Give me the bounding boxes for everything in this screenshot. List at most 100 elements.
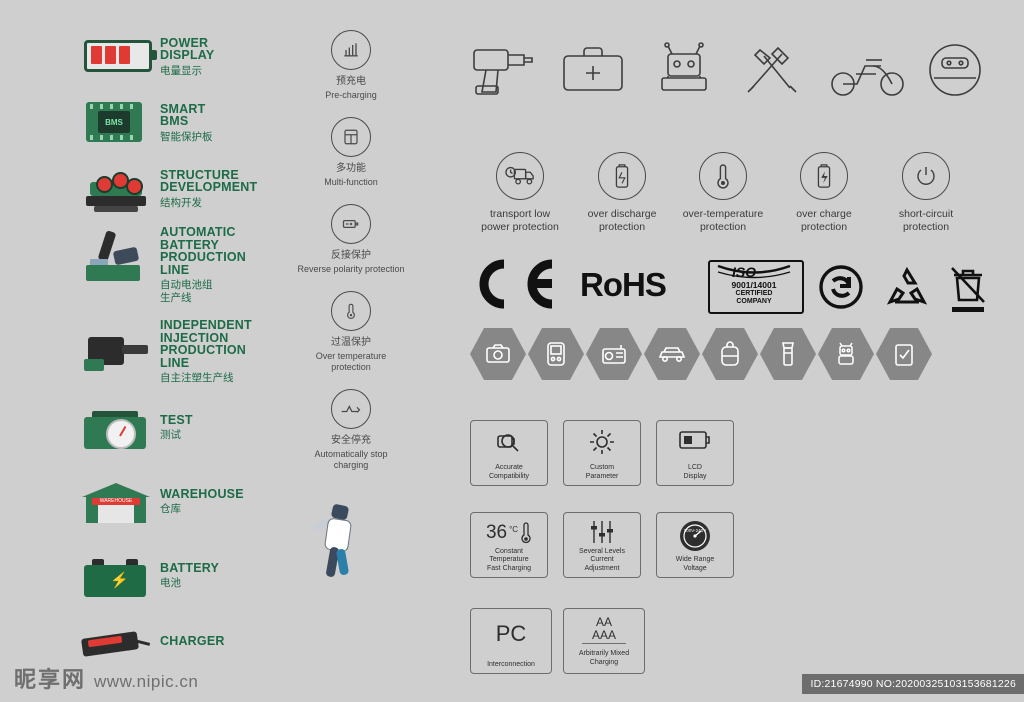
feature-label: Wide Range Voltage xyxy=(675,556,715,572)
process-item-subtitle: 自主注塑生产线 xyxy=(160,372,234,384)
process-column: POWER DISPLAY 电量显示 BMS SMART BMS 智能保护板 S… xyxy=(80,28,280,669)
backpack-icon xyxy=(702,328,758,380)
lcd-display-icon xyxy=(678,427,712,458)
protection-label: over discharge protection xyxy=(587,208,657,233)
process-item-automatic-battery-line: AUTOMATIC BATTERY PRODUCTION LINE 自动电池组 … xyxy=(80,226,280,305)
process-item-title: SMART BMS xyxy=(160,101,206,128)
voltage-dial-icon: 100V-240V xyxy=(678,519,712,558)
first-aid-kit-icon xyxy=(558,40,630,100)
feature-over-temperature: 过温保护 Over temperature protection xyxy=(296,291,406,373)
recycle-triangle-icon xyxy=(882,266,932,315)
feature-accurate-compatibility: Accurate Compatibility xyxy=(470,420,548,486)
feature-reverse-polarity: 反接保护 Reverse polarity protection xyxy=(296,204,406,275)
process-item-title: POWER DISPLAY xyxy=(160,35,215,62)
protection-label: over charge protection xyxy=(796,208,852,233)
process-item-subtitle: 电池 xyxy=(160,577,181,590)
feature-lcd-display: LCD Display xyxy=(656,420,734,486)
feature-cn-label: 安全停充 xyxy=(331,435,371,446)
process-item-title: STRUCTURE DEVELOPMENT xyxy=(160,167,258,194)
temp-unit: °C xyxy=(509,525,519,534)
feature-en-label: Automatically stop charging xyxy=(314,449,388,470)
flashlight-icon xyxy=(760,328,816,380)
feature-en-label: Multi-function xyxy=(324,177,378,187)
short-circuit-icon xyxy=(902,152,950,200)
toy-robot-hex-icon xyxy=(818,328,874,380)
process-item-subtitle: 自动电池组 生产线 xyxy=(160,279,213,304)
process-item-structure-development: STRUCTURE DEVELOPMENT 结构开发 xyxy=(80,160,280,218)
feature-wide-range-voltage: 100V-240V Wide Range Voltage xyxy=(656,512,734,578)
process-item-subtitle: 测试 xyxy=(160,429,181,442)
warehouse-icon: WAREHOUSE xyxy=(80,473,152,531)
feature-cn-label: 预充电 xyxy=(336,76,366,87)
feature-label: Several Levels Current Adjustment xyxy=(579,547,625,572)
iso-label: ISO xyxy=(732,264,757,280)
warehouse-sign: WAREHOUSE xyxy=(92,498,140,505)
feature-multi-function: 多功能 Multi-function xyxy=(296,117,406,188)
application-icons-row xyxy=(468,40,988,112)
over-charge-icon xyxy=(800,152,848,200)
watermark: 昵享网 www.nipic.cn xyxy=(14,662,198,694)
over-discharge-icon xyxy=(598,152,646,200)
protection-short-circuit: short-circuit protection xyxy=(874,152,978,234)
pre-charging-icon xyxy=(331,30,371,70)
feature-en-label: Reverse polarity protection xyxy=(297,264,405,274)
device-hex-row xyxy=(470,328,990,380)
feature-label: Constant Temperature Fast Charging xyxy=(487,547,531,572)
feature-cn-label: 过温保护 xyxy=(331,337,371,348)
process-item-subtitle: 结构开发 xyxy=(160,196,202,209)
protection-label: transport low power protection xyxy=(481,208,559,233)
feature-current-adjustment: Several Levels Current Adjustment xyxy=(563,512,641,578)
process-item-test: TEST 测试 xyxy=(80,399,280,457)
feature-custom-parameter: Custom Parameter xyxy=(563,420,641,486)
feature-auto-stop-charging: 安全停充 Automatically stop charging xyxy=(296,389,406,471)
protection-label: over-temperature protection xyxy=(682,208,764,233)
protection-over-charge: over charge protection xyxy=(772,152,876,234)
feature-label: Interconnection xyxy=(487,661,535,668)
process-item-title: WAREHOUSE xyxy=(160,486,244,501)
protection-label: short-circuit protection xyxy=(898,208,954,233)
gear-icon xyxy=(587,427,617,462)
protection-over-discharge: over discharge protection xyxy=(570,152,674,234)
process-item-charger: CHARGER xyxy=(80,621,280,661)
certification-row: RoHS ISO 9001/14001 CERTIFIED COMPANY xyxy=(470,258,990,316)
feature-cn-label: 多功能 xyxy=(336,163,366,174)
process-item-title: INDEPENDENT INJECTION PRODUCTION LINE xyxy=(160,318,252,370)
structure-dev-icon xyxy=(80,160,152,218)
auto-stop-charging-icon xyxy=(331,389,371,429)
feature-pre-charging: 预充电 Pre-charging xyxy=(296,30,406,101)
poster-canvas: POWER DISPLAY 电量显示 BMS SMART BMS 智能保护板 S… xyxy=(0,0,1024,702)
temp-value: 36 xyxy=(485,522,508,543)
test-gauge-icon xyxy=(80,399,152,457)
battery-pack-icon: ⚡ xyxy=(80,547,152,605)
iso-certification-mark: ISO 9001/14001 CERTIFIED COMPANY xyxy=(708,260,804,314)
multi-function-icon xyxy=(331,117,371,157)
image-id-bar: ID:21674990 NO:20200325103153681226 xyxy=(802,674,1024,694)
robot-illustration xyxy=(310,503,370,585)
garden-tools-icon xyxy=(738,40,810,100)
feature-pc-interconnection: PC Interconnection xyxy=(470,608,552,674)
aa-label: AA AAA xyxy=(591,615,616,642)
process-item-subtitle: 智能保护板 xyxy=(160,130,213,143)
feature-label: LCD Display xyxy=(683,464,707,480)
process-item-smart-bms: BMS SMART BMS 智能保护板 xyxy=(80,94,280,152)
protection-over-temperature: over-temperature protection xyxy=(671,152,775,234)
weee-bin-icon xyxy=(946,264,990,319)
feature-cn-label: 反接保护 xyxy=(331,250,371,261)
pc-label: PC xyxy=(495,621,527,646)
rohs-mark: RoHS xyxy=(580,266,667,303)
svg-text:100V-240V: 100V-240V xyxy=(684,528,708,533)
battery-level-icon xyxy=(80,28,157,86)
process-item-title: TEST xyxy=(160,412,193,427)
reverse-polarity-icon xyxy=(331,204,371,244)
injection-machine-icon xyxy=(80,323,152,381)
process-item-title: BATTERY xyxy=(160,560,220,575)
process-item-injection-line: INDEPENDENT INJECTION PRODUCTION LINE 自主… xyxy=(80,319,280,385)
handheld-game-icon xyxy=(528,328,584,380)
radio-icon xyxy=(586,328,642,380)
iso-certified-text: CERTIFIED COMPANY xyxy=(735,290,773,305)
watermark-cn: 昵享网 xyxy=(14,668,87,693)
feature-aa-aaa-mixed-charging: AA AAA Arbitrarily Mixed Charging xyxy=(563,608,645,674)
process-item-subtitle: 电量显示 xyxy=(160,64,202,77)
feature-constant-temperature: 36 °C Constant Temperature Fast Charging xyxy=(470,512,548,578)
protection-transport-low-power: transport low power protection xyxy=(468,152,572,234)
